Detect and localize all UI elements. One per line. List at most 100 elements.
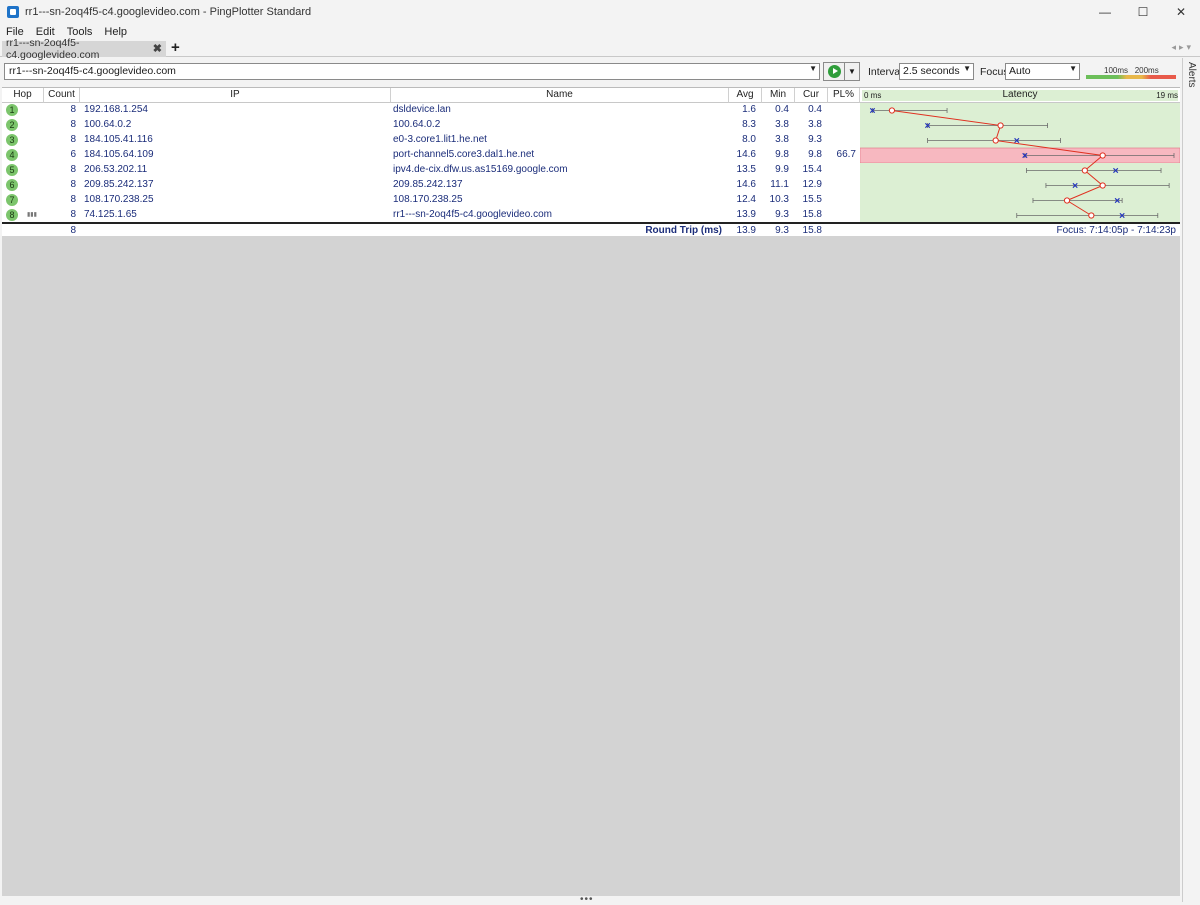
legend-color-bar xyxy=(1086,75,1176,79)
average-latency-point xyxy=(1088,212,1095,219)
toolbar: rr1---sn-2oq4f5-c4.googlevideo.com ▼ ▼ I… xyxy=(0,58,1182,86)
hop-count: 6 xyxy=(70,149,76,160)
hop-pl: 66.7 xyxy=(836,149,856,160)
hop-name: rr1---sn-2oq4f5-c4.googlevideo.com xyxy=(393,209,552,220)
hop-ip: 184.105.64.109 xyxy=(84,149,154,160)
window-controls: — ☐ ✕ xyxy=(1086,0,1200,24)
average-latency-point xyxy=(997,122,1004,129)
col-count[interactable]: Count xyxy=(44,88,80,103)
hop-ip: 209.85.242.137 xyxy=(84,179,154,190)
hop-cur: 15.5 xyxy=(802,194,822,205)
hop-avg: 12.4 xyxy=(736,194,756,205)
alerts-panel[interactable]: Alerts xyxy=(1182,58,1200,902)
average-latency-point xyxy=(1099,152,1106,159)
legend-200ms: 200ms xyxy=(1134,66,1159,75)
alerts-label: Alerts xyxy=(1186,62,1197,88)
hop-min: 10.3 xyxy=(769,194,789,205)
average-latency-point xyxy=(888,107,896,114)
col-latency[interactable]: 0 ms Latency 19 ms xyxy=(860,88,1180,103)
hop-ip: 108.170.238.25 xyxy=(84,194,154,205)
hop-pl xyxy=(828,193,856,208)
hop-min: 11.1 xyxy=(770,179,789,190)
maximize-button[interactable]: ☐ xyxy=(1124,0,1162,24)
interval-select[interactable]: 2.5 seconds ▼ xyxy=(899,63,974,80)
col-hop[interactable]: Hop xyxy=(2,88,44,103)
tab-bar: rr1---sn-2oq4f5-c4.googlevideo.com ✖ + ◂… xyxy=(0,37,1200,61)
hop-count: 8 xyxy=(70,164,76,175)
chevron-down-icon: ▼ xyxy=(963,64,971,73)
hop-pl xyxy=(828,133,856,148)
col-pl[interactable]: PL% xyxy=(828,88,860,103)
hop-cur: 12.9 xyxy=(802,179,822,190)
hop-row[interactable]: 8 8 74.125.1.65 rr1---sn-2oq4f5-c4.googlevi… xyxy=(2,208,860,223)
start-trace-button[interactable] xyxy=(823,62,845,81)
target-value: rr1---sn-2oq4f5-c4.googlevideo.com xyxy=(9,65,176,77)
target-input[interactable]: rr1---sn-2oq4f5-c4.googlevideo.com ▼ xyxy=(4,63,820,80)
hop-row[interactable]: 2 8 100.64.0.2 100.64.0.2 8.3 3.8 3.8 xyxy=(2,118,860,133)
col-ip[interactable]: IP xyxy=(80,88,391,103)
hop-avg: 14.6 xyxy=(736,179,756,190)
hop-avg: 13.9 xyxy=(736,209,756,220)
hop-ip: 74.125.1.65 xyxy=(84,209,137,220)
hop-ip: 100.64.0.2 xyxy=(84,119,132,130)
interval-label: Interval xyxy=(868,66,903,78)
latency-graph xyxy=(860,103,1180,223)
hop-row[interactable]: 7 8 108.170.238.25 108.170.238.25 12.4 10.3 15… xyxy=(2,193,860,208)
legend-labels: 100ms 200ms xyxy=(1104,66,1159,75)
hop-pl xyxy=(828,208,856,223)
hop-pl xyxy=(828,163,856,178)
col-cur[interactable]: Cur xyxy=(795,88,828,103)
hop-number: 5 xyxy=(6,164,18,176)
hop-row[interactable]: 4 6 184.105.64.109 port-channel5.core3.dal1… xyxy=(2,148,860,163)
hop-number: 8 xyxy=(6,209,18,221)
close-button[interactable]: ✕ xyxy=(1162,0,1200,24)
hop-name: e0-3.core1.lit1.he.net xyxy=(393,134,487,145)
chevron-down-icon[interactable]: ▼ xyxy=(809,64,817,73)
hop-min: 3.8 xyxy=(775,134,789,145)
col-name[interactable]: Name xyxy=(391,88,729,103)
tab-target[interactable]: rr1---sn-2oq4f5-c4.googlevideo.com ✖ xyxy=(2,37,166,61)
hop-row[interactable]: 3 8 184.105.41.116 e0-3.core1.lit1.he.net 8.… xyxy=(2,133,860,148)
tab-close-icon[interactable]: ✖ xyxy=(153,42,162,55)
hop-cur: 9.3 xyxy=(808,134,822,145)
hop-cur: 15.4 xyxy=(802,164,822,175)
hop-ip: 206.53.202.11 xyxy=(84,164,148,175)
hop-cur: 3.8 xyxy=(808,119,822,130)
play-icon xyxy=(827,65,841,78)
hop-avg: 14.6 xyxy=(736,149,756,160)
interval-value: 2.5 seconds xyxy=(903,65,960,77)
hop-name: port-channel5.core3.dal1.he.net xyxy=(393,149,535,160)
splitter-handle[interactable]: ••• xyxy=(580,894,594,905)
hop-name: 209.85.242.137 xyxy=(393,179,463,190)
hop-number: 1 xyxy=(6,104,18,116)
hop-row[interactable]: 5 8 206.53.202.11 ipv4.de-cix.dfw.us.as1516… xyxy=(2,163,860,178)
bar-chart-icon[interactable]: ▮▮▮ xyxy=(27,211,37,218)
app-icon xyxy=(7,6,19,18)
hop-name: 100.64.0.2 xyxy=(393,119,441,130)
hop-count: 8 xyxy=(70,209,76,220)
hop-min: 0.4 xyxy=(775,104,789,115)
col-min[interactable]: Min xyxy=(762,88,795,103)
latency-legend: 100ms 200ms xyxy=(1086,66,1176,79)
hop-name: ipv4.de-cix.dfw.us.as15169.google.com xyxy=(393,164,568,175)
timeline-area[interactable] xyxy=(2,236,1180,896)
hop-row[interactable]: 1 8 192.168.1.254 dsldevice.lan 1.6 0.4 0.4 xyxy=(2,103,860,118)
hop-avg: 8.3 xyxy=(742,119,756,130)
tab-scroll-icon[interactable]: ◂▸▾ xyxy=(1171,42,1194,53)
average-latency-point xyxy=(992,137,999,144)
average-latency-point xyxy=(1063,197,1071,204)
add-tab-button[interactable]: + xyxy=(171,39,180,56)
minimize-button[interactable]: — xyxy=(1086,0,1124,24)
hop-avg: 13.5 xyxy=(736,164,756,175)
hop-number: 2 xyxy=(6,119,18,131)
hop-row[interactable]: 6 8 209.85.242.137 209.85.242.137 14.6 11.1 12… xyxy=(2,178,860,193)
hop-count: 8 xyxy=(70,194,76,205)
col-avg[interactable]: Avg xyxy=(729,88,762,103)
latency-header-label: Latency xyxy=(1002,89,1038,100)
focus-select[interactable]: Auto ▼ xyxy=(1005,63,1080,80)
hop-min: 3.8 xyxy=(775,119,789,130)
hop-ip: 192.168.1.254 xyxy=(84,104,148,115)
hop-number: 3 xyxy=(6,134,18,146)
start-options-button[interactable]: ▼ xyxy=(845,62,860,81)
latency-band xyxy=(860,193,1180,208)
